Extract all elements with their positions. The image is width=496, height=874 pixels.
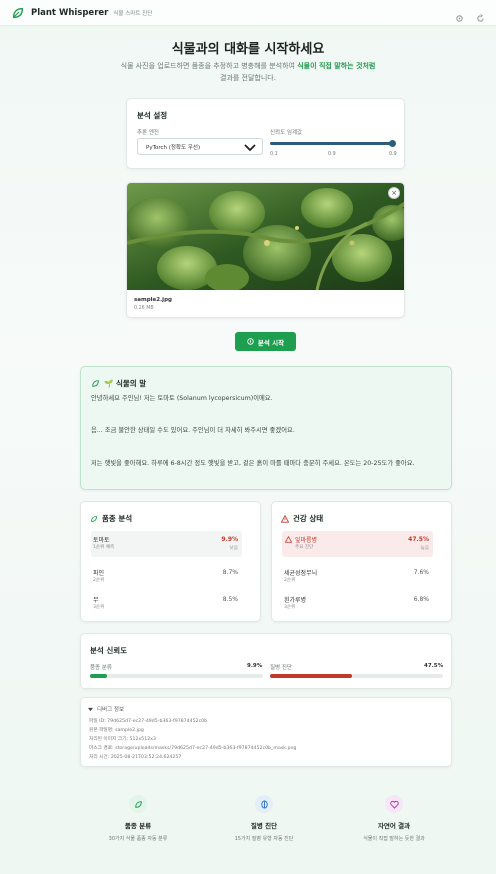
health-item-pct: 6.8% [413, 596, 429, 603]
species-item-pct: 8.5% [222, 596, 238, 603]
confidence-title: 분석 신뢰도 [90, 646, 128, 655]
health-top-level: 높음 [420, 546, 429, 551]
species-top-level: 낮음 [229, 546, 238, 551]
caret-down-icon [88, 707, 93, 711]
speech-line-2: 음... 조금 불안한 상태일 수도 있어요. 주인님이 더 자세히 봐주시면 … [91, 427, 295, 434]
info-circle-icon [247, 338, 254, 345]
species-item-sub: 3순위 [93, 605, 105, 610]
plant-speech-title: 🌱 식물의 말 [104, 379, 147, 388]
file-name: sample2.jpg [134, 297, 172, 303]
feature-desc: 30가지 식물 품종 자동 분류 [108, 836, 168, 842]
health-item-name: 세균성점무늬 [284, 570, 318, 577]
health-item-sub: 3순위 [284, 605, 296, 610]
debug-line: 원본 파일명: sample2.jpg [89, 728, 144, 733]
species-confidence-label: 품종 분류 [90, 665, 112, 671]
leaf-icon [91, 515, 97, 522]
disease-confidence-bar [270, 674, 443, 678]
species-item-name: 파인 [93, 570, 105, 577]
threshold-tick-min: 0.1 [270, 152, 278, 157]
health-item-name: 흰가루병 [284, 597, 307, 604]
analysis-settings-card: 분석 설정 추론 엔진 PyTorch (정확도 우선) 신뢰도 임계값 0.1… [126, 98, 405, 169]
settings-title: 분석 설정 [137, 111, 168, 120]
brand-subtitle: 식물 스마트 진단 [113, 10, 153, 17]
feature-disease: 질병 진단 15가지 질병 유형 자동 진단 [194, 795, 334, 842]
species-confidence-bar [90, 674, 263, 678]
disease-confidence-fill [270, 674, 353, 678]
debug-line: 마스크 경로: storage/uploads/masks/79d625d7-e… [89, 746, 297, 751]
species-top-pct: 9.9% [221, 536, 238, 543]
threshold-slider-track[interactable] [270, 142, 392, 145]
feature-title: 품종 분류 [124, 822, 152, 830]
heart-icon [385, 795, 403, 813]
feature-title: 질병 진단 [250, 822, 278, 830]
feature-desc: 식물이 직접 말하는 듯한 결과 [363, 836, 425, 842]
list-item: 파인 2순위 8.7% [91, 564, 242, 590]
health-status-card: 건강 상태 잎마름병 주요 진단 47.5% 높음 세균성점무늬 2순위 7.6… [271, 501, 452, 622]
feature-desc: 15가지 질병 유형 자동 진단 [234, 836, 294, 842]
species-item-sub: 2순위 [93, 578, 105, 583]
species-top-sub: 1순위 예측 [93, 545, 115, 550]
uploaded-image-card: × sample2.jpg 0.26 MB [126, 182, 405, 318]
disease-confidence-pct: 47.5% [424, 663, 444, 669]
threshold-slider-handle[interactable] [389, 140, 396, 147]
page-description: 식물 사진을 업로드하면 품종을 추정하고 병충해를 분석하여 식물이 직접 말… [120, 62, 376, 82]
page-title: 식물과의 대화를 시작하세요 [171, 42, 325, 57]
start-analysis-label: 분석 시작 [257, 338, 285, 347]
species-top-row: 토마토 1순위 예측 9.9% 낮음 [91, 531, 242, 557]
file-size: 0.26 MB [134, 306, 154, 311]
species-confidence-pct: 9.9% [247, 663, 263, 669]
health-top-name: 잎마름병 [295, 537, 318, 544]
health-item-sub: 2순위 [284, 578, 296, 583]
feature-title: 자연어 결과 [377, 822, 411, 830]
refresh-icon[interactable] [476, 8, 485, 22]
debug-title: 디버그 정보 [97, 707, 125, 713]
species-analysis-card: 품종 분석 토마토 1순위 예측 9.9% 낮음 파인 2순위 8.7% 무 3… [80, 501, 261, 622]
threshold-tick-max: 0.9 [389, 152, 397, 157]
debug-line: 처리 시간: 2025-08-21T03:52:24.624257 [89, 755, 182, 760]
engine-label: 추론 엔진 [137, 130, 159, 136]
brand-name: Plant Whisperer [31, 7, 109, 18]
health-top-row: 잎마름병 주요 진단 47.5% 높음 [282, 531, 433, 557]
list-item: 무 3순위 8.5% [91, 591, 242, 617]
feature-natural-language: 자연어 결과 식물이 직접 말하는 듯한 결과 [324, 795, 464, 842]
species-title: 품종 분석 [102, 514, 133, 523]
species-confidence-fill [90, 674, 108, 678]
debug-line: 파일 ID: 79d625d7-ec27-49d5-b363-f97874452… [89, 719, 208, 724]
uploaded-plant-photo [127, 183, 404, 290]
engine-select[interactable]: PyTorch (정확도 우선) [137, 138, 263, 155]
shield-icon [255, 795, 273, 813]
top-bar: Plant Whisperer 식물 스마트 진단 [0, 0, 496, 26]
remove-image-button[interactable]: × [388, 187, 400, 199]
threshold-tick-mid: 0.9 [328, 152, 336, 157]
feature-species: 품종 분류 30가지 식물 품종 자동 분류 [68, 795, 208, 842]
analysis-confidence-card: 분석 신뢰도 품종 분류 9.9% 질병 진단 47.5% [80, 633, 452, 689]
plant-speech-card: 🌱 식물의 말 안녕하세요 주인님! 저는 토마토 (Solanum lycop… [80, 366, 452, 490]
list-item: 흰가루병 3순위 6.8% [282, 591, 433, 617]
leaf-icon [129, 795, 147, 813]
species-top-name: 토마토 [93, 537, 110, 544]
debug-info-card[interactable]: 디버그 정보 파일 ID: 79d625d7-ec27-49d5-b363-f9… [80, 697, 452, 767]
threshold-label: 신뢰도 임계값 [270, 130, 303, 136]
alert-icon [285, 536, 292, 543]
health-item-pct: 7.6% [413, 569, 429, 576]
list-item: 세균성점무늬 2순위 7.6% [282, 564, 433, 590]
debug-line: 처리된 이미지 크기: 512x512x3 [89, 737, 156, 742]
chevron-down-icon [244, 144, 256, 152]
speech-line-1: 안녕하세요 주인님! 저는 토마토 (Solanum lycopersicum)… [91, 395, 273, 402]
warning-triangle-icon [281, 514, 289, 523]
health-title: 건강 상태 [293, 514, 324, 523]
description-highlight: 식물이 직접 말하는 것처럼 [297, 62, 376, 70]
speech-line-3: 저는 햇빛을 좋아해요. 하루에 6-8시간 정도 햇빛을 받고, 겉은 흙이 … [91, 460, 415, 467]
engine-select-value: PyTorch (정확도 우선) [146, 144, 201, 151]
health-top-sub: 주요 진단 [295, 545, 314, 550]
disease-confidence-label: 질병 진단 [270, 665, 292, 671]
leaf-logo-icon [12, 7, 24, 18]
species-item-name: 무 [93, 597, 99, 604]
settings-gear-icon[interactable] [455, 8, 464, 22]
start-analysis-button[interactable]: 분석 시작 [235, 332, 296, 351]
species-item-pct: 8.7% [222, 569, 238, 576]
leaf-icon [92, 380, 99, 387]
health-top-pct: 47.5% [408, 536, 429, 543]
